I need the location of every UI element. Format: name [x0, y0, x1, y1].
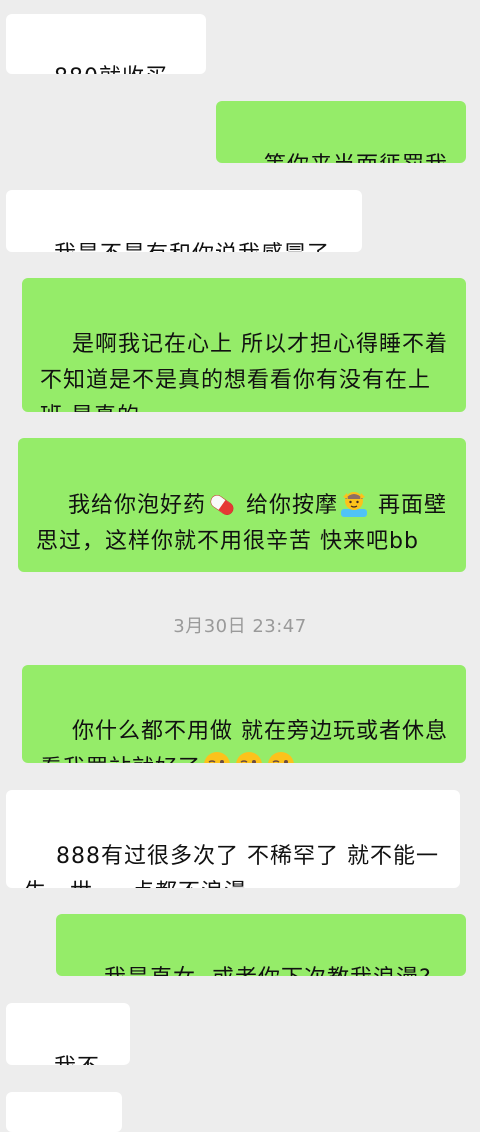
- outgoing-message-bubble[interactable]: 你什么都不用做 就在旁边玩或者休息 看我罚站就好了: [22, 665, 466, 763]
- incoming-message-bubble[interactable]: 我是不是有和你说我感冒了: [6, 190, 362, 252]
- woozy-face-icon: [234, 750, 264, 763]
- incoming-message-bubble[interactable]: 我不教: [6, 1003, 130, 1065]
- message-text: 给你按摩: [238, 493, 338, 518]
- message-text: 我不教: [22, 1055, 100, 1065]
- incoming-message-bubble[interactable]: 888有过很多次了 不稀罕了 就不能一生一世 一点都不浪漫: [6, 790, 460, 888]
- massage-icon: [339, 487, 369, 517]
- outgoing-message-bubble[interactable]: 我是直女 或者你下次教我浪漫?: [56, 914, 466, 976]
- woozy-face-icon: [202, 750, 232, 763]
- message-text: 我是直女 或者你下次教我浪漫?: [104, 966, 432, 976]
- message-text: 880就收买我: [22, 65, 168, 74]
- woozy-face-icon: [266, 750, 296, 763]
- outgoing-message-bubble[interactable]: 是啊我记在心上 所以才担心得睡不着 不知道是不是真的想看看你有没有在上班 是真的…: [22, 278, 466, 412]
- message-text: 我是不是有和你说我感冒了: [54, 242, 330, 252]
- incoming-message-bubble[interactable]: 880就收买我: [6, 14, 206, 74]
- outgoing-message-bubble[interactable]: 我给你泡好药 给你按摩 再面壁思过，这样你就不用很辛苦 快来吧bb: [18, 438, 466, 572]
- pill-icon: [207, 493, 237, 517]
- outgoing-message-bubble[interactable]: 等你来当面惩罚我: [216, 101, 466, 163]
- message-text: 等你来当面惩罚我: [264, 153, 448, 163]
- message-text: 我给你泡好药: [67, 493, 206, 518]
- chat-conversation: 880就收买我 等你来当面惩罚我 我是不是有和你说我感冒了 是啊我记在心上 所以…: [0, 0, 480, 1132]
- timestamp: 3月30日 23:47: [173, 616, 307, 637]
- message-text: 是啊我记在心上 所以才担心得睡不着 不知道是不是真的想看看你有没有在上班 是真的…: [40, 332, 448, 412]
- message-text: 888有过很多次了 不稀罕了 就不能一生一世 一点都不浪漫: [24, 844, 439, 888]
- incoming-message-bubble[interactable]: [6, 1092, 122, 1132]
